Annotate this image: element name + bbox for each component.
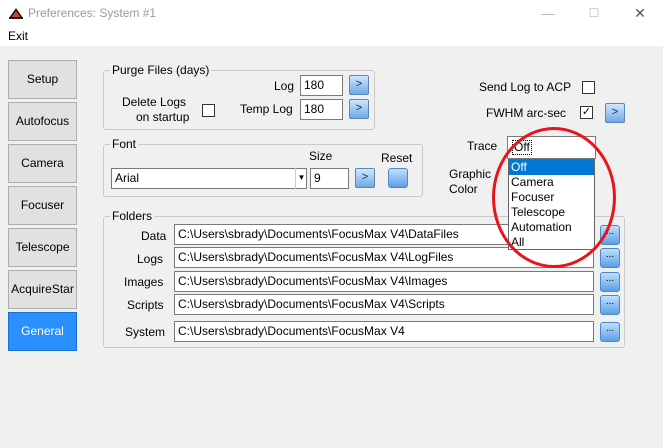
folder-images-path[interactable]: C:\Users\sbrady\Documents\FocusMax V4\Im…	[174, 271, 594, 292]
font-size-input[interactable]: 9	[310, 168, 349, 189]
delete-logs-label: Delete Logs	[122, 95, 187, 109]
app-icon	[9, 8, 23, 19]
nav-autofocus-button[interactable]: Autofocus	[8, 102, 77, 141]
fwhm-arcsec-label: FWHM arc-sec	[486, 106, 566, 120]
close-button[interactable]: ✕	[617, 0, 663, 27]
maximize-button[interactable]: ☐	[571, 0, 617, 27]
nav-setup-button[interactable]: Setup	[8, 60, 77, 99]
window-title: Preferences: System #1	[28, 6, 157, 20]
log-label: Log	[274, 79, 295, 93]
nav-telescope-button[interactable]: Telescope	[8, 228, 77, 267]
minimize-button[interactable]: —	[525, 0, 571, 27]
purge-files-legend: Purge Files (days)	[110, 63, 212, 77]
font-reset-label: Reset	[381, 151, 413, 165]
folder-logs-label: Logs	[137, 252, 164, 266]
folder-images-label: Images	[124, 275, 164, 289]
send-log-acp-label: Send Log to ACP	[479, 80, 572, 94]
delete-logs-checkbox[interactable]	[202, 104, 215, 117]
folder-images-browse-button[interactable]: ...	[600, 272, 620, 292]
fwhm-arcsec-checkbox[interactable]: ✓	[580, 106, 593, 119]
folder-system-label: System	[125, 325, 166, 339]
temp-log-apply-button[interactable]: >	[349, 99, 369, 119]
folder-system-browse-button[interactable]: ...	[600, 322, 620, 342]
graphic-color-label: Graphic	[449, 167, 492, 181]
trace-label: Trace	[467, 139, 498, 153]
folder-scripts-browse-button[interactable]: ...	[600, 295, 620, 315]
font-family-dropdown-icon[interactable]: ▼	[295, 168, 307, 189]
nav-general-button[interactable]: General	[8, 312, 77, 351]
delete-logs-label-line2: on startup	[136, 110, 190, 124]
graphic-color-label-line2: Color	[449, 182, 478, 196]
folder-scripts-path[interactable]: C:\Users\sbrady\Documents\FocusMax V4\Sc…	[174, 294, 594, 315]
folder-scripts-label: Scripts	[127, 298, 164, 312]
folder-logs-browse-button[interactable]: ...	[600, 248, 620, 268]
temp-log-label: Temp Log	[240, 102, 293, 116]
font-reset-button[interactable]	[388, 168, 408, 188]
font-family-select[interactable]: Arial	[111, 168, 307, 189]
menu-exit[interactable]: Exit	[8, 29, 28, 43]
font-legend: Font	[110, 137, 139, 151]
fwhm-apply-button[interactable]: >	[605, 103, 625, 123]
nav-acquirestar-button[interactable]: AcquireStar	[8, 270, 77, 309]
nav-camera-button[interactable]: Camera	[8, 144, 77, 183]
log-apply-button[interactable]: >	[349, 75, 369, 95]
folder-data-label: Data	[141, 229, 167, 243]
send-log-acp-checkbox[interactable]	[582, 81, 595, 94]
menu-bar	[0, 27, 663, 46]
log-days-input[interactable]: 180	[300, 75, 343, 96]
annotation-circle	[492, 127, 616, 268]
nav-focuser-button[interactable]: Focuser	[8, 186, 77, 225]
font-size-apply-button[interactable]: >	[355, 168, 375, 188]
font-size-label: Size	[309, 149, 333, 163]
temp-log-days-input[interactable]: 180	[300, 99, 343, 120]
folder-system-path[interactable]: C:\Users\sbrady\Documents\FocusMax V4	[174, 321, 594, 342]
folders-legend: Folders	[110, 209, 155, 223]
